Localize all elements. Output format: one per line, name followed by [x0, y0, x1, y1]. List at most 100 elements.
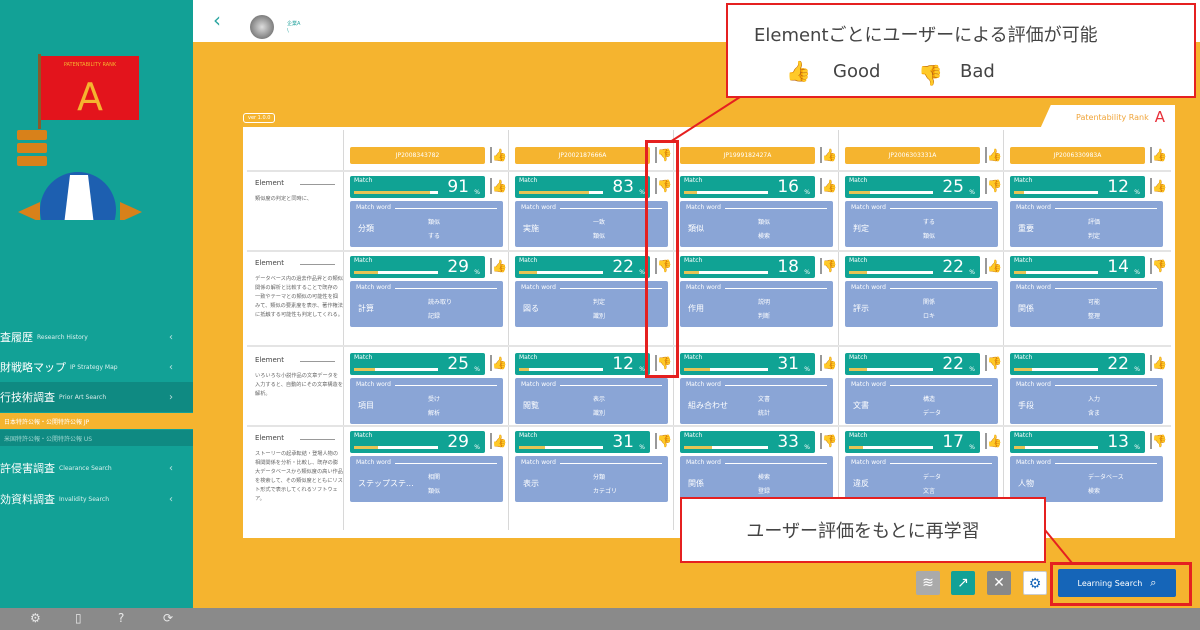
- thumbs-down-icon[interactable]: 👎: [655, 433, 672, 449]
- match-word-box: Match word 判定 する 類似: [845, 201, 998, 247]
- settings-icon[interactable]: ⚙: [30, 611, 41, 625]
- match-score: Match 91 %: [350, 176, 485, 198]
- sidebar-item-sublabel: Prior Art Search: [59, 393, 107, 401]
- rating-callout: Elementごとにユーザーによる評価が可能 👍 Good 👎 Bad: [726, 3, 1196, 98]
- match-bar: [354, 191, 438, 194]
- match-value: 22: [612, 257, 634, 277]
- match-bar-fill: [354, 446, 379, 449]
- thumbs-down-icon: 👎: [918, 63, 943, 87]
- patent-id[interactable]: JP2006330983A: [1010, 147, 1145, 164]
- element-description: 類似度の判定と同時に、: [255, 196, 312, 202]
- match-label: Match: [354, 257, 373, 264]
- sidebar-item-sublabel: Invalidity Search: [59, 495, 110, 503]
- sidebar-item-invalidity-search[interactable]: 効資料調査 Invalidity Search ‹: [0, 484, 193, 514]
- avatar[interactable]: [250, 15, 274, 39]
- thumbs-up-icon[interactable]: 👍: [1150, 147, 1167, 163]
- percent-sign: %: [969, 269, 975, 276]
- element-description: データベース内の過去作品昇との類似関係の解析と比較することで既存の一致やテーマと…: [255, 276, 343, 318]
- refresh-icon[interactable]: ⟳: [163, 611, 173, 625]
- match-word: 判定: [853, 224, 869, 233]
- percent-sign: %: [804, 269, 810, 276]
- help-icon[interactable]: ?: [118, 611, 124, 625]
- match-word-label: Match word: [1016, 381, 1051, 388]
- match-value: 91: [447, 177, 469, 197]
- match-word-label: Match word: [521, 204, 556, 211]
- sidebar-item-research-history[interactable]: 査履歴 Research History ‹: [0, 322, 193, 352]
- thumbs-up-icon[interactable]: 👍: [985, 147, 1002, 163]
- thumbs-down-icon[interactable]: 👎: [1150, 258, 1167, 274]
- thumbs-down-icon[interactable]: 👎: [820, 258, 837, 274]
- layers-button[interactable]: ≋: [916, 571, 940, 595]
- column-divider: [508, 130, 509, 530]
- related-word: 構造: [923, 396, 936, 403]
- match-bar: [519, 271, 603, 274]
- related-word: 文言: [923, 488, 936, 495]
- close-button[interactable]: ✕: [987, 571, 1011, 595]
- relearning-callout-text: ユーザー評価をもとに再学習: [746, 521, 980, 542]
- related-word: 文書: [758, 396, 771, 403]
- related-word: 一致: [593, 219, 606, 226]
- thumbs-up-icon[interactable]: 👍: [820, 355, 837, 371]
- match-bar-fill: [684, 191, 698, 194]
- thumbs-up-icon[interactable]: 👍: [985, 258, 1002, 274]
- thumbs-up-icon[interactable]: 👍: [820, 147, 837, 163]
- learning-search-highlight-box: [1050, 562, 1192, 606]
- document-icon[interactable]: ▯: [75, 611, 82, 625]
- match-score: Match 31 %: [515, 431, 650, 453]
- match-value: 25: [447, 354, 469, 374]
- sidebar-item-prior-art-search[interactable]: 行技術調査 Prior Art Search ›: [0, 382, 193, 412]
- edit-export-button[interactable]: ↗: [951, 571, 975, 595]
- thumbs-down-icon[interactable]: 👎: [1150, 433, 1167, 449]
- thumbs-up-icon[interactable]: 👍: [490, 258, 507, 274]
- thumbs-down-icon[interactable]: 👎: [985, 355, 1002, 371]
- match-word-box: Match word 手段 入力 含ま: [1010, 378, 1163, 424]
- thumbs-up-icon[interactable]: 👍: [1150, 355, 1167, 371]
- match-bar: [1014, 368, 1098, 371]
- match-word: ステップステ...: [358, 479, 414, 488]
- thumbs-up-icon[interactable]: 👍: [985, 433, 1002, 449]
- sidebar-item-label: 効資料調査: [0, 493, 55, 506]
- patent-id[interactable]: JP2008343782: [350, 147, 485, 164]
- thumbs-up-icon[interactable]: 👍: [820, 178, 837, 194]
- thumbs-up-icon[interactable]: 👍: [490, 355, 507, 371]
- column-divider: [343, 130, 344, 530]
- match-word-box: Match word ステップステ... 相関 類似: [350, 456, 503, 502]
- match-word-box: Match word 関係 検索 登録: [680, 456, 833, 502]
- sidebar-item-clearance-search[interactable]: 許侵害調査 Clearance Search ‹: [0, 453, 193, 483]
- sidebar-item-ip-strategy-map[interactable]: 財戦略マップ IP Strategy Map ‹: [0, 352, 193, 382]
- patent-id[interactable]: JP2002187666A: [515, 147, 650, 164]
- sidebar-subitem[interactable]: 米国特許公報・公開特許公報 US: [0, 430, 193, 446]
- thumbs-up-icon[interactable]: 👍: [490, 178, 507, 194]
- thumbs-down-icon[interactable]: 👎: [820, 433, 837, 449]
- thumbs-up-icon[interactable]: 👍: [490, 147, 507, 163]
- match-word: 関係: [688, 479, 704, 488]
- match-label: Match: [684, 354, 703, 361]
- match-value: 29: [447, 432, 469, 452]
- document-settings-button[interactable]: ⚙: [1023, 571, 1047, 595]
- element-description: ストーリーの起承転結・登場人物の相関関係を分析・比較し、既存の膨大データベースか…: [255, 451, 343, 502]
- match-word: 分類: [358, 224, 374, 233]
- thumbs-up-icon[interactable]: 👍: [1150, 178, 1167, 194]
- sidebar-subitem[interactable]: 日本特許公報・公開特許公報 JP: [0, 413, 193, 429]
- thumbs-down-icon[interactable]: 👎: [985, 178, 1002, 194]
- thumbs-up-icon[interactable]: 👍: [490, 433, 507, 449]
- match-label: Match: [354, 177, 373, 184]
- match-bar: [849, 446, 933, 449]
- rating-highlight-box: [645, 140, 679, 378]
- match-value: 33: [777, 432, 799, 452]
- match-value: 16: [777, 177, 799, 197]
- match-word: 閲覧: [523, 401, 539, 410]
- match-label: Match: [519, 257, 538, 264]
- svg-text:A: A: [77, 75, 103, 119]
- sidebar: PATENTABILITY RANK A 査履歴 Research History…: [0, 0, 193, 608]
- back-button[interactable]: ‹: [213, 8, 221, 32]
- patent-id[interactable]: JP2006303331A: [845, 147, 980, 164]
- match-bar-fill: [849, 368, 868, 371]
- patent-id[interactable]: JP1999182427A: [680, 147, 815, 164]
- match-score: Match 25 %: [845, 176, 980, 198]
- match-label: Match: [849, 354, 868, 361]
- match-label: Match: [519, 354, 538, 361]
- match-word-box: Match word 表示 分類 カテゴリ: [515, 456, 668, 502]
- match-word-box: Match word 違反 データ 文言: [845, 456, 998, 502]
- percent-sign: %: [474, 444, 480, 451]
